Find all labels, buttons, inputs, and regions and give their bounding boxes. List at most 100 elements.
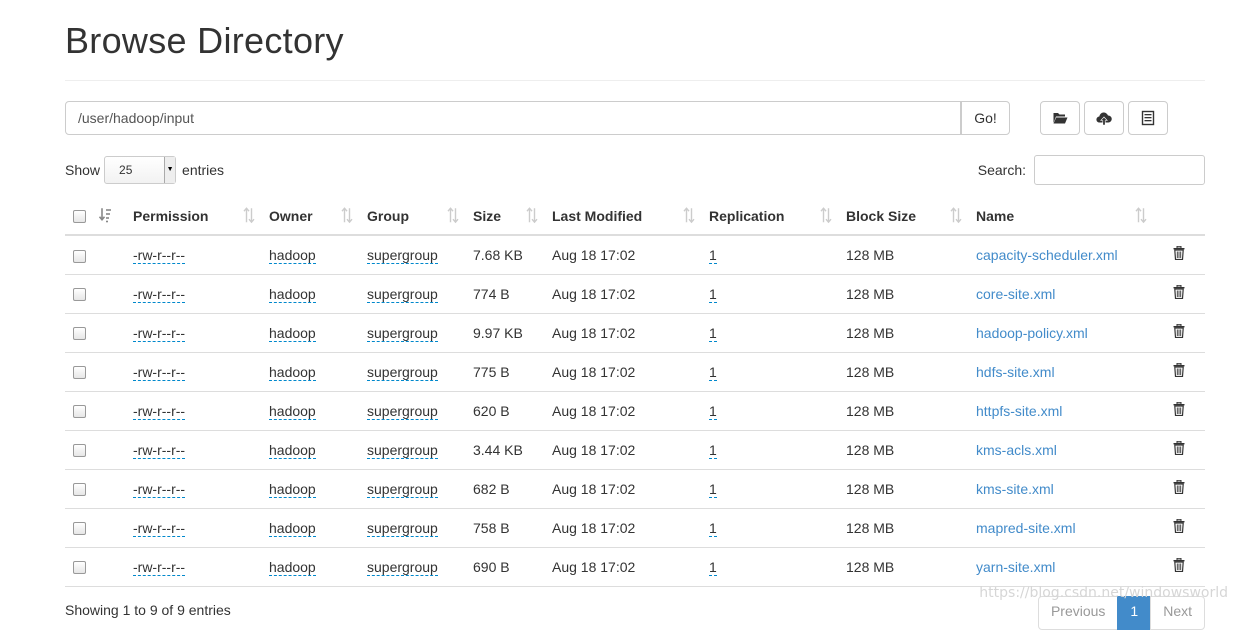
trash-icon[interactable] bbox=[1173, 557, 1185, 573]
create-directory-button[interactable] bbox=[1040, 101, 1080, 135]
file-name-link[interactable]: httpfs-site.xml bbox=[976, 403, 1062, 419]
previous-page-button[interactable]: Previous bbox=[1037, 596, 1119, 630]
page-1-button[interactable]: 1 bbox=[1117, 596, 1152, 630]
owner-cell: hadoop bbox=[261, 234, 359, 274]
owner-cell: hadoop bbox=[261, 351, 359, 391]
permission-link[interactable]: -rw-r--r-- bbox=[133, 285, 186, 303]
group-link[interactable]: supergroup bbox=[367, 558, 438, 576]
row-checkbox[interactable] bbox=[73, 522, 86, 536]
next-page-button[interactable]: Next bbox=[1150, 596, 1205, 630]
column-header-group[interactable]: Group bbox=[359, 197, 465, 236]
permission-link[interactable]: -rw-r--r-- bbox=[133, 441, 186, 459]
file-name-link[interactable]: kms-acls.xml bbox=[976, 442, 1057, 458]
replication-link[interactable]: 1 bbox=[709, 324, 717, 342]
permission-link[interactable]: -rw-r--r-- bbox=[133, 402, 186, 420]
permission-link[interactable]: -rw-r--r-- bbox=[133, 363, 186, 381]
row-checkbox[interactable] bbox=[73, 366, 86, 380]
trash-icon[interactable] bbox=[1173, 362, 1185, 378]
column-header-last-modified[interactable]: Last Modified bbox=[544, 197, 701, 236]
go-button[interactable]: Go! bbox=[961, 101, 1010, 135]
file-name-link[interactable]: hdfs-site.xml bbox=[976, 364, 1055, 380]
column-header-block-size[interactable]: Block Size bbox=[838, 197, 968, 236]
group-link[interactable]: supergroup bbox=[367, 324, 438, 342]
sort-icon bbox=[820, 206, 832, 223]
replication-link[interactable]: 1 bbox=[709, 558, 717, 576]
owner-cell: hadoop bbox=[261, 390, 359, 430]
column-header-replication[interactable]: Replication bbox=[701, 197, 838, 236]
group-link[interactable]: supergroup bbox=[367, 480, 438, 498]
row-checkbox[interactable] bbox=[73, 405, 86, 419]
owner-link[interactable]: hadoop bbox=[269, 519, 316, 537]
trash-icon[interactable] bbox=[1173, 246, 1185, 261]
owner-link[interactable]: hadoop bbox=[269, 402, 316, 420]
owner-link[interactable]: hadoop bbox=[269, 285, 316, 303]
row-checkbox[interactable] bbox=[73, 327, 86, 341]
group-link[interactable]: supergroup bbox=[367, 363, 438, 381]
permission-link[interactable]: -rw-r--r-- bbox=[133, 558, 186, 576]
owner-link[interactable]: hadoop bbox=[269, 324, 316, 342]
permission-link[interactable]: -rw-r--r-- bbox=[133, 519, 186, 537]
block-size-cell: 128 MB bbox=[838, 234, 968, 274]
search-input[interactable] bbox=[1034, 155, 1205, 185]
column-header-name[interactable]: Name bbox=[968, 197, 1153, 236]
upload-button[interactable] bbox=[1084, 101, 1124, 135]
owner-link[interactable]: hadoop bbox=[269, 246, 316, 264]
group-link[interactable]: supergroup bbox=[367, 441, 438, 459]
replication-link[interactable]: 1 bbox=[709, 519, 717, 537]
column-header-permission[interactable]: Permission bbox=[125, 197, 261, 236]
file-table: Permission Owner Group Size Last Modifie… bbox=[65, 197, 1205, 587]
trash-icon[interactable] bbox=[1173, 440, 1185, 456]
trash-icon[interactable] bbox=[1173, 401, 1185, 417]
column-header-size[interactable]: Size bbox=[465, 197, 544, 236]
column-header-owner[interactable]: Owner bbox=[261, 197, 359, 236]
owner-link[interactable]: hadoop bbox=[269, 480, 316, 498]
file-name-link[interactable]: mapred-site.xml bbox=[976, 520, 1076, 536]
file-name-link[interactable]: kms-site.xml bbox=[976, 481, 1054, 497]
group-link[interactable]: supergroup bbox=[367, 519, 438, 537]
group-cell: supergroup bbox=[359, 273, 465, 313]
row-checkbox[interactable] bbox=[73, 288, 86, 302]
row-select-cell bbox=[65, 273, 95, 313]
trash-icon[interactable] bbox=[1173, 479, 1185, 495]
path-input[interactable] bbox=[65, 101, 961, 135]
permission-link[interactable]: -rw-r--r-- bbox=[133, 246, 186, 264]
owner-link[interactable]: hadoop bbox=[269, 363, 316, 381]
replication-link[interactable]: 1 bbox=[709, 402, 717, 420]
replication-link[interactable]: 1 bbox=[709, 246, 717, 264]
permission-cell: -rw-r--r-- bbox=[125, 234, 261, 274]
owner-link[interactable]: hadoop bbox=[269, 558, 316, 576]
permission-link[interactable]: -rw-r--r-- bbox=[133, 324, 186, 342]
file-name-link[interactable]: capacity-scheduler.xml bbox=[976, 247, 1118, 263]
group-link[interactable]: supergroup bbox=[367, 402, 438, 420]
entries-select[interactable]: 25 ▼ bbox=[104, 156, 177, 184]
trash-icon[interactable] bbox=[1173, 284, 1185, 300]
row-checkbox[interactable] bbox=[73, 561, 86, 575]
name-cell: yarn-site.xml bbox=[968, 546, 1153, 587]
sort-column-header[interactable] bbox=[95, 197, 125, 236]
select-all-checkbox[interactable] bbox=[73, 210, 86, 224]
replication-cell: 1 bbox=[701, 312, 838, 352]
row-spacer-cell bbox=[95, 312, 125, 352]
file-name-link[interactable]: hadoop-policy.xml bbox=[976, 325, 1088, 341]
table-row: -rw-r--r-- hadoop supergroup 682 B Aug 1… bbox=[65, 468, 1205, 508]
sort-icon bbox=[1135, 206, 1147, 223]
row-checkbox[interactable] bbox=[73, 249, 86, 263]
permission-link[interactable]: -rw-r--r-- bbox=[133, 480, 186, 498]
owner-link[interactable]: hadoop bbox=[269, 441, 316, 459]
replication-cell: 1 bbox=[701, 429, 838, 469]
row-checkbox[interactable] bbox=[73, 483, 86, 497]
file-name-link[interactable]: yarn-site.xml bbox=[976, 559, 1055, 575]
file-name-link[interactable]: core-site.xml bbox=[976, 286, 1055, 302]
replication-link[interactable]: 1 bbox=[709, 441, 717, 459]
replication-link[interactable]: 1 bbox=[709, 285, 717, 303]
trash-icon[interactable] bbox=[1173, 323, 1185, 339]
row-checkbox[interactable] bbox=[73, 444, 86, 458]
group-link[interactable]: supergroup bbox=[367, 246, 438, 264]
replication-link[interactable]: 1 bbox=[709, 363, 717, 381]
cut-paste-button[interactable] bbox=[1128, 101, 1168, 135]
trash-icon[interactable] bbox=[1173, 518, 1185, 534]
size-cell: 7.68 KB bbox=[465, 234, 544, 274]
search-control: Search: bbox=[978, 155, 1205, 185]
replication-link[interactable]: 1 bbox=[709, 480, 717, 498]
group-link[interactable]: supergroup bbox=[367, 285, 438, 303]
